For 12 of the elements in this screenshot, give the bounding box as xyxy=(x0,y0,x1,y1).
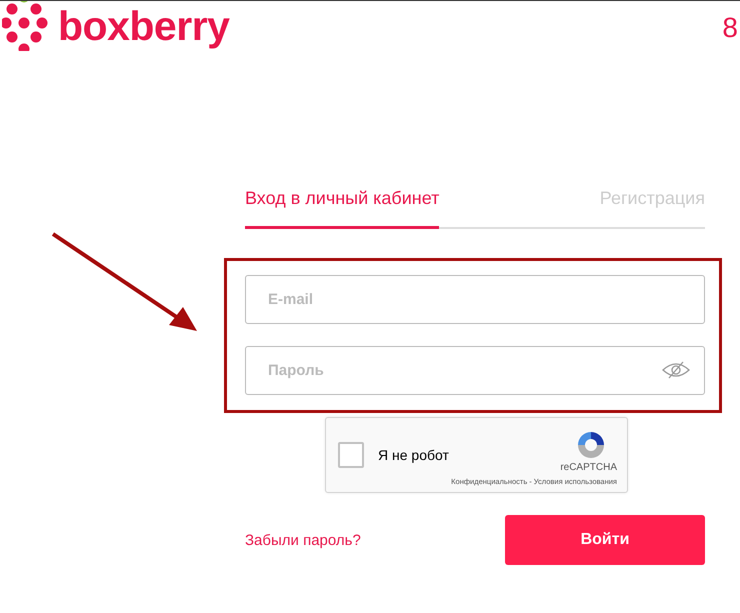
recaptcha-brand: reCAPTCHA xyxy=(560,462,617,472)
captcha-label: Я не робот xyxy=(378,447,450,463)
password-field[interactable]: Пароль xyxy=(245,346,705,395)
berry-logo-icon xyxy=(2,1,50,51)
phone-number[interactable]: 8 xyxy=(722,11,738,45)
login-button[interactable]: Войти xyxy=(505,515,705,565)
hidden-eye-icon[interactable] xyxy=(661,360,691,380)
tab[interactable]: Вход в личный кабинет xyxy=(245,184,440,229)
email-field[interactable]: E-mail xyxy=(245,275,705,324)
logo-text: boxberry xyxy=(58,2,230,51)
forgot-password-link[interactable]: Забыли пароль? xyxy=(245,532,361,548)
captcha-checkbox[interactable] xyxy=(338,442,364,468)
